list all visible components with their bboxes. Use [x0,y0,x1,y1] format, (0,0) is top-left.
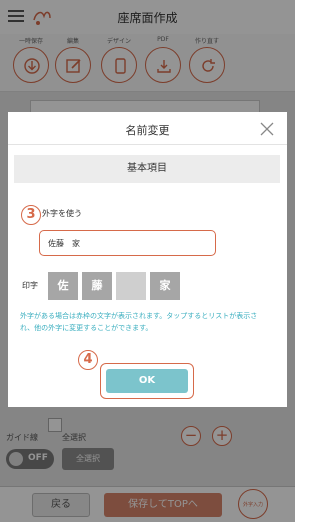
print-char-box[interactable]: 佐 [48,272,78,300]
section-header: 基本項目 [14,155,280,183]
use-gaiji-label[interactable]: 外字を使う [42,208,82,219]
ok-button[interactable]: OK [106,369,188,393]
print-label: 印字 [22,281,38,290]
dialog-title: 名前変更 [125,124,170,137]
name-input[interactable] [39,230,216,256]
step-badge-4: 4 [78,350,98,370]
divider [8,144,287,145]
step-badge-3: 3 [21,205,41,225]
rename-dialog: 名前変更 基本項目 3 外字を使う 印字 佐 藤 家 外字がある場合は赤枠の文字… [8,112,287,407]
print-char-box[interactable]: 藤 [82,272,112,300]
help-text: 外字がある場合は赤枠の文字が表示されます。タップするとリストが表示され、他の外字… [20,312,258,332]
close-icon[interactable] [259,121,275,137]
print-char-box[interactable]: 家 [150,272,180,300]
print-char-box[interactable] [116,272,146,300]
